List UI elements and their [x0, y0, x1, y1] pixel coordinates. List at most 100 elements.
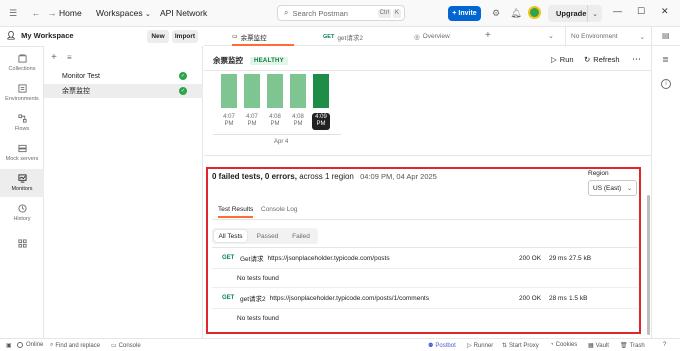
table-row[interactable]: GET get请求2 https://jsonplaceholder.typic…: [212, 289, 638, 307]
tab-request[interactable]: GET get请求2: [323, 27, 363, 46]
chevron-down-icon[interactable]: ⌄: [548, 32, 554, 40]
response-time: 29 ms: [549, 254, 567, 262]
cookies-button[interactable]: ◔ Cookies: [550, 342, 577, 348]
find-replace-button[interactable]: ⌕ Find and replace: [50, 342, 100, 349]
method-badge: GET: [323, 33, 335, 40]
back-arrow-icon[interactable]: ←: [29, 6, 43, 20]
rail-monitors[interactable]: Monitors: [0, 169, 44, 197]
workspace-title[interactable]: 👤︎ My Workspace: [6, 31, 74, 40]
run-button[interactable]: ▷ Run: [551, 55, 574, 64]
rail-mock-servers[interactable]: Mock servers: [0, 139, 44, 167]
response-status: 200 OK: [519, 294, 542, 302]
failed-tests-count: 0 failed tests,: [212, 172, 263, 181]
start-proxy-label: Start Proxy: [509, 342, 539, 349]
filter-passed[interactable]: Passed: [251, 230, 284, 242]
monitor-tab-icon: ▭: [232, 34, 238, 40]
avatar[interactable]: [528, 6, 541, 19]
menu-icon[interactable]: ☰: [6, 6, 20, 20]
maximize-icon[interactable]: ☐: [637, 6, 645, 17]
postbot-button[interactable]: ⚉ Postbot: [428, 342, 456, 350]
chart-bar[interactable]: [244, 74, 260, 108]
help-icon: ?: [663, 342, 667, 348]
console-icon: ▭: [111, 343, 117, 349]
chevron-down-icon: ⌄: [626, 185, 632, 192]
invite-button[interactable]: + Invite: [448, 6, 481, 21]
trash-button[interactable]: 🗑︎ Trash: [620, 342, 645, 350]
environment-value: No Environment: [571, 33, 618, 40]
workspaces-menu[interactable]: Workspaces ⌄: [96, 8, 151, 18]
region-select[interactable]: US (East) ⌄: [588, 180, 637, 196]
workspace-name: My Workspace: [21, 31, 74, 40]
tab-overview[interactable]: ◎ Overview: [414, 27, 450, 46]
status-badge: HEALTHY: [250, 56, 288, 65]
add-icon[interactable]: +: [51, 52, 57, 63]
workspace-icon: 👤︎: [6, 31, 17, 40]
find-replace-label: Find and replace: [55, 342, 101, 349]
filter-all-tests[interactable]: All Tests: [214, 230, 247, 242]
more-options-icon[interactable]: ⋯: [632, 54, 641, 65]
rail-history[interactable]: History: [0, 199, 44, 227]
close-icon[interactable]: ✕: [661, 6, 669, 17]
rail-environments[interactable]: Environments: [0, 79, 44, 107]
chevron-down-icon[interactable]: ⌄: [587, 5, 602, 22]
search-input[interactable]: ⌕ Search Postman Ctrl K: [277, 5, 405, 21]
upgrade-button[interactable]: Upgrade ⌄: [548, 5, 602, 22]
run-icon: ▷: [551, 55, 557, 64]
trash-label: Trash: [629, 342, 645, 349]
documentation-icon[interactable]: ≣: [662, 55, 669, 64]
rail-collections[interactable]: Collections: [0, 49, 44, 77]
shortcut-key: Ctrl: [377, 8, 391, 18]
online-status[interactable]: Online: [17, 342, 43, 348]
scrollbar[interactable]: [647, 195, 650, 335]
chart-bar[interactable]: [221, 74, 237, 108]
search-icon: ⌕: [284, 8, 289, 17]
request-name: Get请求: [240, 256, 264, 263]
env-quicklook[interactable]: ▤: [651, 27, 680, 46]
tab-test-results[interactable]: Test Results: [218, 206, 254, 218]
postbot-label: Postbot: [435, 342, 456, 349]
table-row[interactable]: GET Get请求 https://jsonplaceholder.typico…: [212, 249, 638, 267]
settings-icon[interactable]: ⚙: [489, 6, 503, 20]
rail-configure[interactable]: [0, 231, 44, 259]
add-user-icon: +: [452, 10, 457, 17]
tab-label: 余票监控: [240, 34, 267, 42]
forward-arrow-icon[interactable]: →: [45, 6, 59, 20]
chart-bar[interactable]: [313, 74, 329, 108]
mock-servers-icon: [17, 144, 27, 153]
rail-label: Mock servers: [5, 156, 39, 162]
vault-button[interactable]: ▦ Vault: [588, 342, 609, 350]
chart-tick-label: 4:07 PM: [242, 114, 262, 128]
layout-toggle[interactable]: ▣: [6, 342, 12, 349]
info-icon[interactable]: i: [661, 79, 671, 89]
help-button[interactable]: ?: [663, 342, 666, 348]
new-tab-icon[interactable]: +: [485, 30, 491, 41]
regions-count: across 1 region: [299, 172, 354, 181]
filter-failed[interactable]: Failed: [286, 230, 316, 242]
list-item[interactable]: Monitor Test ✓: [44, 69, 203, 83]
chart-bar[interactable]: [267, 74, 283, 108]
method-badge: GET: [222, 255, 235, 261]
console-button[interactable]: ▭ Console: [111, 342, 141, 350]
environment-selector[interactable]: No Environment ⌄: [565, 27, 649, 46]
notifications-icon[interactable]: 🔔︎: [509, 6, 523, 20]
refresh-button[interactable]: ↻ Refresh: [584, 55, 620, 64]
start-proxy-button[interactable]: ⇅ Start Proxy: [502, 342, 539, 350]
home-link[interactable]: Home: [59, 8, 82, 18]
divider: [212, 308, 638, 309]
rail-flows[interactable]: Flows: [0, 109, 44, 137]
import-button[interactable]: Import: [172, 30, 198, 43]
tab-console-log[interactable]: Console Log: [261, 206, 298, 218]
left-rail: Collections Environments Flows Mock serv…: [0, 47, 44, 338]
api-network-link[interactable]: API Network: [160, 8, 207, 18]
online-icon: [17, 342, 23, 348]
response-size: 1.5 kB: [569, 294, 588, 302]
new-button[interactable]: New: [147, 30, 169, 43]
chart-bar[interactable]: [290, 74, 306, 108]
filter-icon[interactable]: ≡: [67, 53, 72, 62]
request-url: https://jsonplaceholder.typicode.com/pos…: [267, 254, 390, 262]
monitors-icon: [17, 174, 27, 183]
list-item[interactable]: 余票监控 ✓: [44, 84, 203, 98]
runner-button[interactable]: ▷ Runner: [467, 342, 493, 350]
search-icon: ⌕: [50, 342, 54, 348]
minimize-icon[interactable]: —: [613, 6, 622, 16]
